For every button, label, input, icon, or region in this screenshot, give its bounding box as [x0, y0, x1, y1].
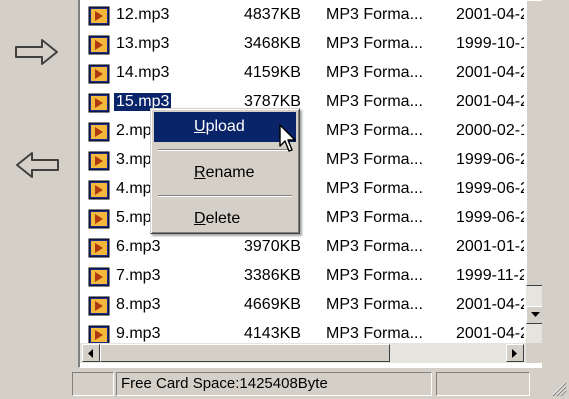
horizontal-scroll-thumb[interactable] — [100, 344, 390, 362]
free-space-status: Free Card Space:1425408Byte — [116, 372, 432, 396]
file-type: MP3 Forma... — [326, 209, 423, 226]
menu-item-rename[interactable]: Rename — [154, 158, 296, 188]
mp3-file-icon — [88, 296, 110, 316]
file-name: 8.mp3 — [116, 296, 161, 313]
file-row[interactable]: 12.mp3 4837KB MP3 Forma... 2001-04-2 — [80, 1, 524, 30]
scroll-right-arrow-icon — [512, 348, 517, 358]
mp3-file-icon — [88, 122, 110, 142]
file-date: 1999-06-2 — [456, 180, 524, 197]
delete-accel-key: D — [194, 210, 206, 227]
transfer-to-pc-button[interactable] — [2, 140, 72, 190]
status-pane-empty — [72, 372, 114, 396]
file-type: MP3 Forma... — [326, 35, 423, 52]
file-name: 13.mp3 — [116, 35, 170, 52]
mp3-file-icon — [88, 64, 110, 84]
file-date: 2001-04-2 — [456, 64, 524, 81]
vertical-scrollbar[interactable] — [526, 0, 542, 343]
mouse-pointer-icon — [279, 124, 296, 152]
mp3-file-icon — [88, 267, 110, 287]
file-type: MP3 Forma... — [326, 267, 423, 284]
file-date: 2000-02-1 — [456, 122, 524, 139]
file-row[interactable]: 4.mp3 MP3 Forma... 1999-06-2 — [80, 175, 524, 204]
file-row[interactable]: 5.mp3 MP3 Forma... 1999-06-2 — [80, 204, 524, 233]
menu-item-upload[interactable]: Upload — [154, 112, 296, 142]
mp3-file-icon — [88, 35, 110, 55]
menu-separator — [158, 149, 292, 151]
file-list-view[interactable]: 12.mp3 4837KB MP3 Forma... 2001-04-2 13.mp3 3… — [78, 0, 542, 368]
delete-label-rest: elete — [205, 210, 241, 227]
mp3-file-icon — [88, 151, 110, 171]
file-name: 6.mp3 — [116, 238, 161, 255]
horizontal-scrollbar[interactable] — [80, 343, 526, 363]
file-type: MP3 Forma... — [326, 93, 423, 110]
status-bar: Free Card Space:1425408Byte — [0, 369, 569, 399]
scroll-left-button[interactable] — [82, 344, 100, 362]
transfer-panel — [0, 0, 78, 368]
mp3-file-icon — [88, 180, 110, 200]
file-size: 4669KB — [244, 296, 301, 313]
file-name: 7.mp3 — [116, 267, 161, 284]
file-row[interactable]: 7.mp3 3386KB MP3 Forma... 1999-11-2 — [80, 262, 524, 291]
file-row[interactable]: 13.mp3 3468KB MP3 Forma... 1999-10-1 — [80, 30, 524, 59]
file-size: 3468KB — [244, 35, 301, 52]
file-type: MP3 Forma... — [326, 238, 423, 255]
file-row[interactable]: 15.mp3 3787KB MP3 Forma... 2001-04-2 — [80, 88, 524, 117]
transfer-to-card-button[interactable] — [2, 27, 72, 77]
file-date: 1999-11-2 — [456, 267, 524, 284]
file-name: 9.mp3 — [116, 325, 161, 342]
file-date: 2001-04-2 — [456, 296, 524, 313]
mp3-file-icon — [88, 238, 110, 258]
file-name: 12.mp3 — [116, 6, 170, 23]
mp3-file-icon — [88, 93, 110, 113]
scrollbar-corner — [526, 343, 542, 363]
file-date: 1999-10-1 — [456, 35, 524, 52]
file-list-rows: 12.mp3 4837KB MP3 Forma... 2001-04-2 13.mp3 3… — [80, 0, 524, 343]
file-type: MP3 Forma... — [326, 122, 423, 139]
file-row[interactable]: 8.mp3 4669KB MP3 Forma... 2001-04-2 — [80, 291, 524, 320]
file-type: MP3 Forma... — [326, 325, 423, 342]
file-size: 3386KB — [244, 267, 301, 284]
scroll-down-button[interactable] — [526, 306, 542, 324]
status-pane-right — [436, 372, 530, 396]
arrow-left-icon — [16, 152, 59, 178]
file-row[interactable]: 3.mp3 MP3 Forma... 1999-06-2 — [80, 146, 524, 175]
mp3-file-icon — [88, 6, 110, 26]
file-row[interactable]: 6.mp3 3970KB MP3 Forma... 2001-01-2 — [80, 233, 524, 262]
file-size: 4837KB — [244, 6, 301, 23]
file-type: MP3 Forma... — [326, 180, 423, 197]
scroll-left-arrow-icon — [88, 348, 93, 358]
file-date: 2001-04-2 — [456, 93, 524, 110]
file-type: MP3 Forma... — [326, 296, 423, 313]
mp3-file-icon — [88, 209, 110, 229]
file-size: 3970KB — [244, 238, 301, 255]
file-date: 2001-04-2 — [456, 325, 524, 342]
arrow-right-icon — [15, 39, 58, 65]
menu-item-delete[interactable]: Delete — [154, 204, 296, 234]
file-size: 4159KB — [244, 64, 301, 81]
vertical-scroll-thumb[interactable] — [526, 0, 542, 286]
file-row[interactable]: 2.mp3 MP3 Forma... 2000-02-1 — [80, 117, 524, 146]
file-size: 4143KB — [244, 325, 301, 342]
rename-label-rest: ename — [205, 164, 255, 181]
file-type: MP3 Forma... — [326, 151, 423, 168]
file-type: MP3 Forma... — [326, 6, 423, 23]
file-row[interactable]: 9.mp3 4143KB MP3 Forma... 2001-04-2 — [80, 320, 524, 343]
file-row[interactable]: 14.mp3 4159KB MP3 Forma... 2001-04-2 — [80, 59, 524, 88]
file-name: 14.mp3 — [116, 64, 170, 81]
file-date: 1999-06-2 — [456, 209, 524, 226]
file-date: 2001-04-2 — [456, 6, 524, 23]
rename-accel-key: R — [194, 164, 206, 181]
context-menu: Upload Rename Delete — [150, 108, 300, 234]
scroll-right-button[interactable] — [506, 344, 524, 362]
upload-accel-key: U — [194, 118, 206, 135]
file-date: 1999-06-2 — [456, 151, 524, 168]
scroll-down-arrow-icon — [530, 312, 540, 317]
file-date: 2001-01-2 — [456, 238, 524, 255]
mp3-file-icon — [88, 325, 110, 343]
resize-grip-icon[interactable] — [547, 377, 567, 397]
file-type: MP3 Forma... — [326, 64, 423, 81]
upload-label-rest: pload — [205, 118, 245, 135]
menu-separator — [158, 195, 292, 197]
